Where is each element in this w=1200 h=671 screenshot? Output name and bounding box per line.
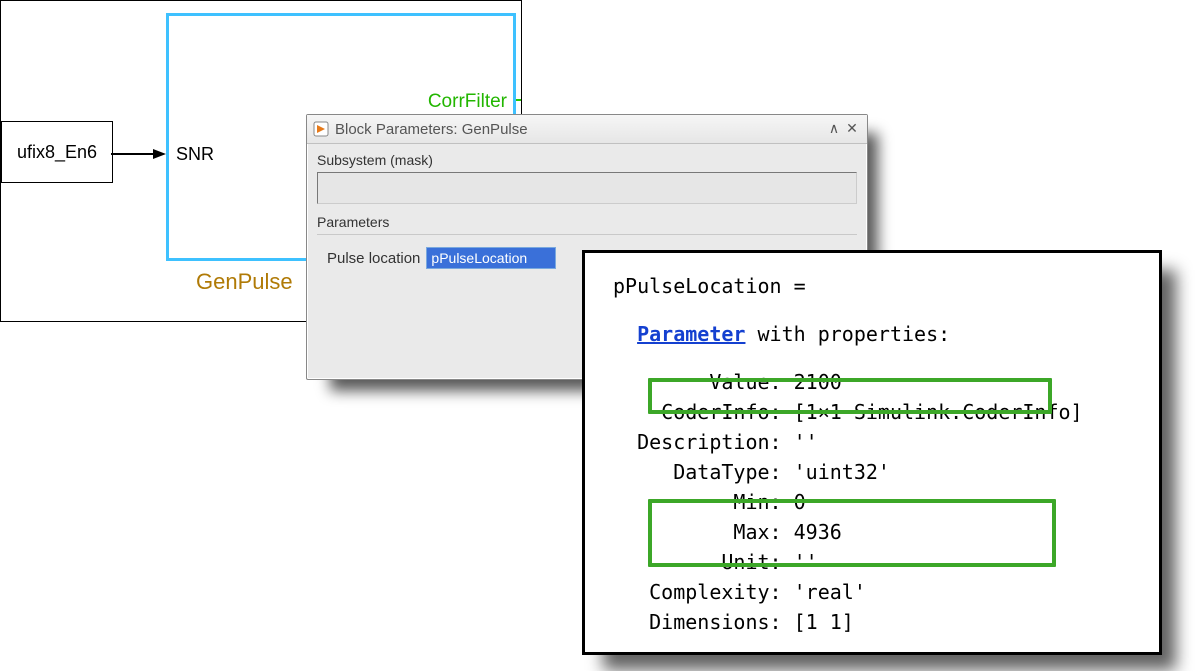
dialog-titlebar[interactable]: Block Parameters: GenPulse ∧ ✕ (307, 115, 867, 144)
pulse-location-label: Pulse location (327, 250, 420, 267)
matlab-console-output: pPulseLocation = Parameter with properti… (582, 250, 1162, 655)
prop-complexity: Complexity: 'real' (613, 577, 1139, 607)
prop-dimensions: Dimensions: [1 1] (613, 607, 1139, 637)
highlight-box-value (648, 378, 1052, 414)
subsystem-name-label: GenPulse (196, 269, 293, 295)
simulink-app-icon (313, 121, 329, 137)
pulse-location-input[interactable] (426, 247, 556, 269)
dialog-title-text: Block Parameters: GenPulse (335, 121, 528, 138)
signal-arrow-snr (111, 149, 166, 159)
prop-datatype: DataType: 'uint32' (613, 457, 1139, 487)
parameters-section-header: Parameters (317, 214, 857, 235)
subsystem-mask-label: Subsystem (mask) (317, 152, 857, 168)
input-block[interactable]: ufix8_En6 (1, 121, 113, 183)
input-block-label: ufix8_En6 (17, 142, 97, 162)
close-button[interactable]: ✕ (843, 121, 861, 137)
parameter-type-link[interactable]: Parameter (637, 322, 745, 346)
console-assign-line: pPulseLocation = (613, 271, 1139, 301)
port-label-snr: SNR (176, 144, 214, 165)
port-label-corrfilter: CorrFilter (428, 91, 507, 113)
maximize-button[interactable]: ∧ (825, 121, 843, 137)
highlight-box-minmax (648, 499, 1056, 567)
with-properties-text: with properties: (745, 322, 950, 346)
prop-description: Description: '' (613, 427, 1139, 457)
mask-description-box (317, 172, 857, 204)
